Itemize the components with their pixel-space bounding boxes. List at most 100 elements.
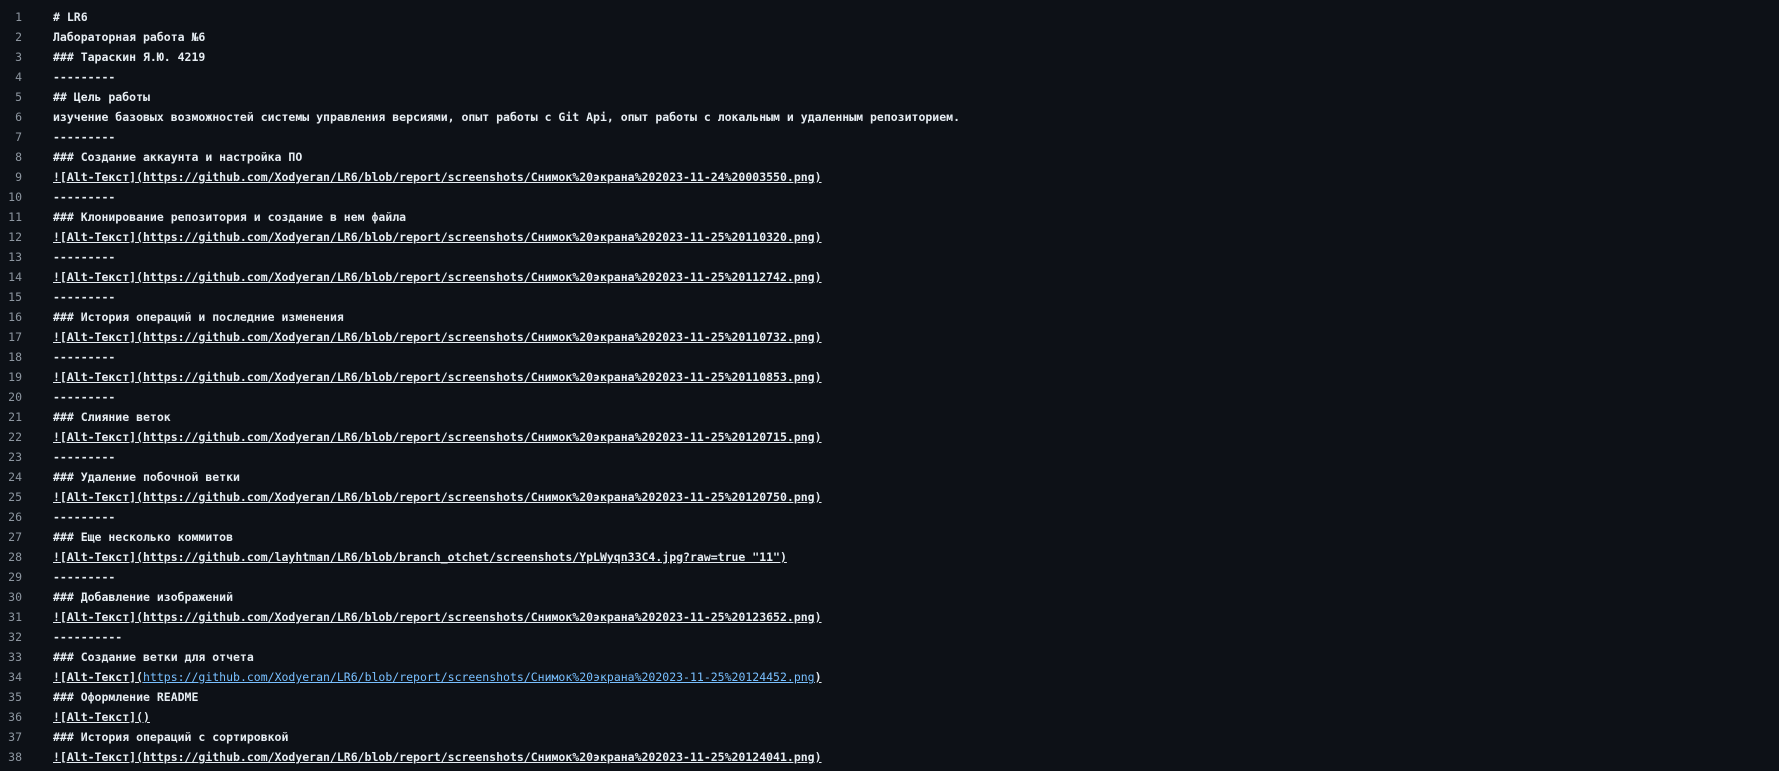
line-number[interactable]: 33 xyxy=(0,647,22,667)
line-number[interactable]: 16 xyxy=(0,307,22,327)
line-number[interactable]: 36 xyxy=(0,707,22,727)
line-text-rule: --------- xyxy=(53,247,115,267)
code-line: 19 ![Alt-Текст](https://github.com/Xodyer… xyxy=(0,367,1779,387)
image-link[interactable]: ![Alt-Текст](https://github.com/Xodyeran… xyxy=(53,750,822,764)
line-number[interactable]: 2 xyxy=(0,27,22,47)
image-link[interactable]: ![Alt-Текст]() xyxy=(53,710,150,724)
code-line: 13 --------- xyxy=(0,247,1779,267)
line-text-rule: --------- xyxy=(53,287,115,307)
line-text-heading: ### История операций и последние изменен… xyxy=(53,307,344,327)
line-number[interactable]: 32 xyxy=(0,627,22,647)
line-content: ### Слияние веток xyxy=(53,410,171,424)
line-content: ### Оформление README xyxy=(53,690,199,704)
line-number[interactable]: 10 xyxy=(0,187,22,207)
code-line: 4 --------- xyxy=(0,67,1779,87)
line-number[interactable]: 27 xyxy=(0,527,22,547)
line-number[interactable]: 15 xyxy=(0,287,22,307)
image-link[interactable]: ![Alt-Текст](https://github.com/Xodyeran… xyxy=(53,490,822,504)
line-number[interactable]: 8 xyxy=(0,147,22,167)
code-line: 37 ### История операций с сортировкой xyxy=(0,727,1779,747)
code-line: 32 ---------- xyxy=(0,627,1779,647)
line-number[interactable]: 26 xyxy=(0,507,22,527)
line-text-heading: ### Еще несколько коммитов xyxy=(53,527,233,547)
line-number[interactable]: 11 xyxy=(0,207,22,227)
line-number[interactable]: 19 xyxy=(0,367,22,387)
line-content: # LR6 xyxy=(53,10,88,24)
line-number[interactable]: 14 xyxy=(0,267,22,287)
code-line: 31 ![Alt-Текст](https://github.com/Xodyer… xyxy=(0,607,1779,627)
image-link[interactable]: ![Alt-Текст](https://github.com/Xodyeran… xyxy=(53,330,822,344)
line-text-rule: ---------- xyxy=(53,627,122,647)
code-line: 17 ![Alt-Текст](https://github.com/Xodyer… xyxy=(0,327,1779,347)
code-line: 12 ![Alt-Текст](https://github.com/Xodyer… xyxy=(0,227,1779,247)
line-number[interactable]: 38 xyxy=(0,747,22,767)
line-number[interactable]: 3 xyxy=(0,47,22,67)
image-link[interactable]: ![Alt-Текст](https://github.com/Xodyeran… xyxy=(53,370,822,384)
line-text-image-link: ![Alt-Текст](https://github.com/Xodyeran… xyxy=(53,607,822,627)
line-number[interactable]: 9 xyxy=(0,167,22,187)
code-line: 36 ![Alt-Текст]() xyxy=(0,707,1779,727)
line-number[interactable]: 12 xyxy=(0,227,22,247)
line-number[interactable]: 1 xyxy=(0,7,22,27)
line-number[interactable]: 30 xyxy=(0,587,22,607)
line-text-heading: # LR6 xyxy=(53,7,88,27)
image-link[interactable]: ![Alt-Текст](https://github.com/Xodyeran… xyxy=(53,610,822,624)
line-text-heading: ### Создание аккаунта и настройка ПО xyxy=(53,147,302,167)
line-number[interactable]: 25 xyxy=(0,487,22,507)
line-number[interactable]: 35 xyxy=(0,687,22,707)
line-content: --------- xyxy=(53,350,116,364)
line-content: ### Клонирование репозитория и создание … xyxy=(53,210,407,224)
image-link[interactable]: ![Alt-Текст](https://github.com/Xodyeran… xyxy=(53,230,822,244)
line-number[interactable]: 18 xyxy=(0,347,22,367)
line-number[interactable]: 24 xyxy=(0,467,22,487)
line-number[interactable]: 28 xyxy=(0,547,22,567)
line-text-rule: --------- xyxy=(53,127,115,147)
line-text-heading: ### Клонирование репозитория и создание … xyxy=(53,207,406,227)
image-link[interactable]: ![Alt-Текст](https://github.com/layhtman… xyxy=(53,550,787,564)
line-number[interactable]: 22 xyxy=(0,427,22,447)
line-text-heading: ### Удаление побочной ветки xyxy=(53,467,240,487)
line-text-image-link: ![Alt-Текст](https://github.com/Xodyeran… xyxy=(53,327,822,347)
code-line: 24 ### Удаление побочной ветки xyxy=(0,467,1779,487)
line-number[interactable]: 5 xyxy=(0,87,22,107)
code-line: 34 ![Alt-Текст](https://github.com/Xodyer… xyxy=(0,667,1779,687)
line-number[interactable]: 20 xyxy=(0,387,22,407)
line-number[interactable]: 23 xyxy=(0,447,22,467)
line-text-image-link: ![Alt-Текст](https://github.com/layhtman… xyxy=(53,547,787,567)
url-link[interactable]: https://github.com/Xodyeran/LR6/blob/rep… xyxy=(143,670,815,684)
line-content: --------- xyxy=(53,450,116,464)
line-text-rule: --------- xyxy=(53,347,115,367)
code-line: 18 --------- xyxy=(0,347,1779,367)
line-text: изучение базовых возможностей системы уп… xyxy=(53,107,960,127)
line-text-heading: ## Цель работы xyxy=(53,87,150,107)
line-content: --------- xyxy=(53,390,116,404)
image-link[interactable]: ![Alt-Текст](https://github.com/Xodyeran… xyxy=(53,170,822,184)
code-line: 2 Лабораторная работа №6 xyxy=(0,27,1779,47)
line-number[interactable]: 13 xyxy=(0,247,22,267)
line-number[interactable]: 6 xyxy=(0,107,22,127)
line-text-heading: ### Тараскин Я.Ю. 4219 xyxy=(53,47,205,67)
line-number[interactable]: 37 xyxy=(0,727,22,747)
line-number[interactable]: 34 xyxy=(0,667,22,687)
image-link[interactable]: ![Alt-Текст](https://github.com/Xodyeran… xyxy=(53,270,822,284)
line-content: --------- xyxy=(53,510,116,524)
line-text-heading: ### Слияние веток xyxy=(53,407,171,427)
code-line: 3 ### Тараскин Я.Ю. 4219 xyxy=(0,47,1779,67)
line-number[interactable]: 17 xyxy=(0,327,22,347)
code-view: 1 # LR6 2 Лабораторная работа №6 3 ### Тараск… xyxy=(0,7,1779,767)
line-number[interactable]: 21 xyxy=(0,407,22,427)
line-number[interactable]: 7 xyxy=(0,127,22,147)
line-number[interactable]: 31 xyxy=(0,607,22,627)
code-line: 11 ### Клонирование репозитория и создани… xyxy=(0,207,1779,227)
line-text-image-link: ![Alt-Текст](https://github.com/Xodyeran… xyxy=(53,487,822,507)
code-line: 23 --------- xyxy=(0,447,1779,467)
code-line: 15 --------- xyxy=(0,287,1779,307)
line-number[interactable]: 29 xyxy=(0,567,22,587)
line-text-heading: ### История операций с сортировкой xyxy=(53,727,288,747)
link-prefix: ![Alt-Текст]( xyxy=(53,670,144,684)
line-text-image-link: ![Alt-Текст](https://github.com/Xodyeran… xyxy=(53,167,822,187)
line-number[interactable]: 4 xyxy=(0,67,22,87)
code-line: 25 ![Alt-Текст](https://github.com/Xodyer… xyxy=(0,487,1779,507)
image-link[interactable]: ![Alt-Текст](https://github.com/Xodyeran… xyxy=(53,430,822,444)
code-line: 28 ![Alt-Текст](https://github.com/layhtm… xyxy=(0,547,1779,567)
